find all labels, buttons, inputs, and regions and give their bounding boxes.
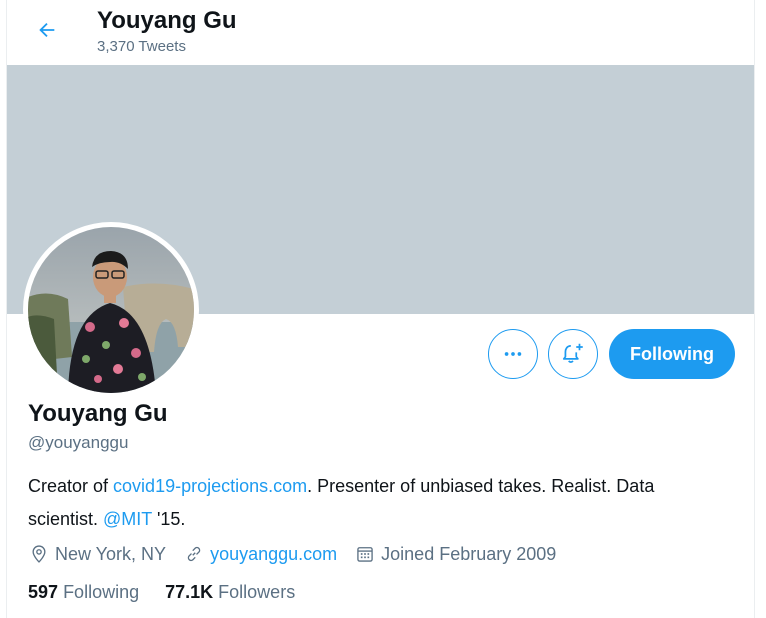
bio-link[interactable]: covid19-projections.com bbox=[113, 476, 307, 496]
arrow-left-icon bbox=[39, 22, 55, 38]
location-pin-icon bbox=[32, 545, 46, 563]
bio-text: '15. bbox=[151, 509, 186, 529]
followers-label: Followers bbox=[218, 582, 296, 602]
profile-header: Youyang Gu 3,370 Tweets bbox=[7, 0, 754, 64]
calendar-icon bbox=[357, 547, 373, 562]
join-date: Joined February 2009 bbox=[355, 544, 556, 565]
profile-meta: New York, NY youyanggu.com Joined Februa… bbox=[29, 542, 574, 566]
tweet-count: 3,370 Tweets bbox=[97, 38, 186, 55]
followers-count[interactable]: 77.1K Followers bbox=[165, 582, 295, 603]
following-label: Following bbox=[63, 582, 140, 602]
following-count[interactable]: 597 Following bbox=[28, 582, 139, 603]
notifications-button[interactable] bbox=[548, 329, 598, 379]
location-text: New York, NY bbox=[55, 543, 167, 564]
website[interactable]: youyanggu.com bbox=[184, 544, 337, 565]
avatar-image bbox=[28, 227, 194, 393]
back-button[interactable] bbox=[29, 12, 65, 48]
more-dots-icon bbox=[504, 352, 522, 356]
location: New York, NY bbox=[29, 544, 166, 565]
bio-text: Creator of bbox=[28, 476, 114, 496]
header-title: Youyang Gu bbox=[97, 7, 237, 34]
followers-number: 77.1K bbox=[165, 582, 214, 602]
avatar-photo bbox=[28, 227, 194, 393]
follow-counts: 597 Following 77.1K Followers bbox=[28, 582, 321, 603]
website-link[interactable]: youyanggu.com bbox=[210, 544, 337, 565]
bio-mention[interactable]: @MIT bbox=[103, 509, 152, 529]
link-icon bbox=[187, 546, 201, 562]
following-number: 597 bbox=[28, 582, 59, 602]
bell-plus-icon bbox=[562, 343, 583, 363]
profile-bio: Creator of covid19-projections.com. Pres… bbox=[28, 470, 708, 536]
join-date-text: Joined February 2009 bbox=[381, 543, 557, 564]
more-button[interactable] bbox=[488, 329, 538, 379]
avatar[interactable] bbox=[23, 222, 199, 398]
profile-handle: @youyanggu bbox=[28, 433, 129, 452]
profile-name: Youyang Gu bbox=[28, 400, 168, 427]
profile-page: Youyang Gu 3,370 Tweets Following Youyan… bbox=[6, 0, 755, 618]
following-button[interactable]: Following bbox=[609, 329, 735, 379]
